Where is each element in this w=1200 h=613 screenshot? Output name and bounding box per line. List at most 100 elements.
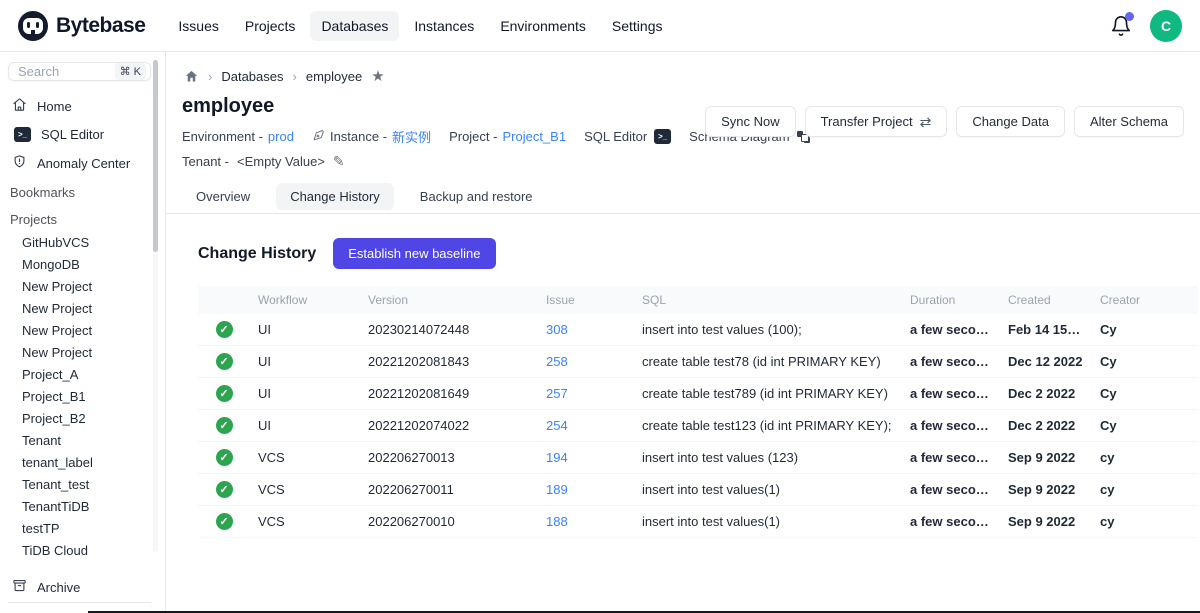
project-link[interactable]: Project_B1 — [502, 129, 566, 144]
history-row[interactable]: ✓UI20221202081649257create table test789… — [198, 378, 1198, 410]
issue-link[interactable]: 194 — [546, 450, 568, 465]
terminal-icon: >_ — [654, 129, 671, 144]
sidebar-project-item[interactable]: TiDB Cloud — [8, 540, 151, 562]
sidebar-project-item[interactable]: New Project — [8, 298, 151, 320]
terminal-icon: >_ — [14, 127, 31, 142]
sidebar-project-item[interactable]: New Project — [8, 320, 151, 342]
created-cell: Dec 2 2022 — [1000, 378, 1092, 410]
status-cell: ✓ — [198, 314, 250, 346]
sidebar-project-item[interactable]: GitHubVCS — [8, 232, 151, 254]
establish-baseline-button[interactable]: Establish new baseline — [333, 238, 495, 269]
sidebar-project-item[interactable]: MongoDB — [8, 254, 151, 276]
version-cell: 202206270011 — [360, 474, 538, 506]
status-cell: ✓ — [198, 506, 250, 538]
breadcrumb-home-icon[interactable] — [184, 69, 199, 84]
nav-item-databases[interactable]: Databases — [310, 11, 399, 41]
breadcrumb-employee[interactable]: employee — [306, 69, 362, 84]
sql-cell: insert into test values (100); — [634, 314, 902, 346]
creator-cell: Cy — [1092, 314, 1198, 346]
tab-backup-and-restore[interactable]: Backup and restore — [406, 183, 547, 210]
issue-link[interactable]: 257 — [546, 386, 568, 401]
nav-item-settings[interactable]: Settings — [601, 11, 674, 41]
change-data-button[interactable]: Change Data — [956, 106, 1065, 137]
workflow-cell: UI — [250, 314, 360, 346]
nav-item-issues[interactable]: Issues — [167, 11, 229, 41]
nav-item-projects[interactable]: Projects — [234, 11, 307, 41]
sidebar-project-item[interactable]: Project_B1 — [8, 386, 151, 408]
column-header-workflow: Workflow — [250, 286, 360, 314]
sidebar-item-label: Anomaly Center — [37, 156, 130, 171]
sidebar-project-item[interactable]: Project_B2 — [8, 408, 151, 430]
sidebar-project-item[interactable]: Project_A — [8, 364, 151, 386]
history-row[interactable]: ✓VCS202206270013194insert into test valu… — [198, 442, 1198, 474]
history-row[interactable]: ✓VCS202206270011189insert into test valu… — [198, 474, 1198, 506]
sidebar-project-item[interactable]: New Project — [8, 276, 151, 298]
nav-item-environments[interactable]: Environments — [489, 11, 597, 41]
history-row[interactable]: ✓UI20230214072448308insert into test val… — [198, 314, 1198, 346]
breadcrumb-databases[interactable]: Databases — [221, 69, 283, 84]
bytebase-logo[interactable]: Bytebase — [18, 11, 145, 41]
sync-now-button[interactable]: Sync Now — [705, 106, 796, 137]
sidebar-project-item[interactable]: Tenant_test — [8, 474, 151, 496]
sidebar-item-home[interactable]: Home — [8, 91, 151, 121]
sidebar-project-item[interactable]: testTP — [8, 518, 151, 540]
created-cell: Dec 12 2022 — [1000, 346, 1092, 378]
sidebar-item-anomaly-center[interactable]: Anomaly Center — [8, 148, 151, 178]
creator-cell: Cy — [1092, 378, 1198, 410]
instance-link[interactable]: 新实例 — [392, 127, 431, 146]
bookmark-star-icon[interactable]: ★ — [371, 67, 384, 85]
issue-link[interactable]: 258 — [546, 354, 568, 369]
history-row[interactable]: ✓VCS202206270010188insert into test valu… — [198, 506, 1198, 538]
notification-dot — [1125, 12, 1134, 21]
avatar[interactable]: C — [1150, 10, 1182, 42]
created-cell: Feb 14 15:32 — [1000, 314, 1092, 346]
sidebar-project-item[interactable]: tenant_label — [8, 452, 151, 474]
column-header-issue: Issue — [538, 286, 634, 314]
column-header-status — [198, 286, 250, 314]
sql-cell: insert into test values(1) — [634, 506, 902, 538]
issue-link[interactable]: 189 — [546, 482, 568, 497]
history-row[interactable]: ✓UI20221202081843258create table test78 … — [198, 346, 1198, 378]
transfer-arrows-icon: ⇄ — [920, 115, 932, 129]
sidebar-project-item[interactable]: Tenant — [8, 430, 151, 452]
duration-cell: a few seconds — [902, 442, 1000, 474]
nav-item-instances[interactable]: Instances — [403, 11, 485, 41]
transfer-project-button[interactable]: Transfer Project ⇄ — [805, 106, 948, 137]
chevron-right-icon: › — [208, 69, 212, 84]
environment-link[interactable]: prod — [268, 129, 294, 144]
change-history-table: WorkflowVersionIssueSQLDurationCreatedCr… — [198, 286, 1198, 538]
sidebar-scrollbar-thumb[interactable] — [153, 60, 158, 252]
sidebar-item-archive[interactable]: Archive — [8, 572, 151, 602]
brand-name: Bytebase — [56, 14, 145, 38]
success-status-icon: ✓ — [216, 385, 233, 402]
version-cell: 20221202081649 — [360, 378, 538, 410]
issue-cell: 189 — [538, 474, 634, 506]
creator-cell: Cy — [1092, 410, 1198, 442]
alter-schema-button[interactable]: Alter Schema — [1074, 106, 1184, 137]
issue-link[interactable]: 254 — [546, 418, 568, 433]
sql-editor-shortcut[interactable]: SQL Editor >_ — [584, 129, 671, 144]
sidebar-project-item[interactable]: TenantTiDB — [8, 496, 151, 518]
issue-link[interactable]: 188 — [546, 514, 568, 529]
history-row[interactable]: ✓UI20221202074022254create table test123… — [198, 410, 1198, 442]
tab-change-history[interactable]: Change History — [276, 183, 394, 210]
issue-link[interactable]: 308 — [546, 322, 568, 337]
issue-cell: 258 — [538, 346, 634, 378]
column-header-duration: Duration — [902, 286, 1000, 314]
success-status-icon: ✓ — [216, 353, 233, 370]
sidebar-item-sql-editor[interactable]: >_ SQL Editor — [8, 121, 151, 148]
tab-bar: Overview Change History Backup and restore — [182, 183, 1184, 210]
sidebar-projects-list: GitHubVCSMongoDBNew ProjectNew ProjectNe… — [8, 232, 151, 562]
notifications-button[interactable] — [1110, 15, 1132, 37]
edit-pencil-icon[interactable]: ✎ — [333, 153, 345, 170]
duration-cell: a few seconds — [902, 410, 1000, 442]
status-cell: ✓ — [198, 442, 250, 474]
duration-cell: a few seconds — [902, 346, 1000, 378]
history-table-header: WorkflowVersionIssueSQLDurationCreatedCr… — [198, 286, 1198, 314]
sidebar-project-item[interactable]: New Project — [8, 342, 151, 364]
tab-overview[interactable]: Overview — [182, 183, 264, 210]
version-cell: 202206270013 — [360, 442, 538, 474]
instance-icon — [312, 129, 325, 145]
search-input[interactable]: Search ⌘ K — [8, 62, 151, 81]
environment-meta: Environment - prod — [182, 129, 294, 144]
